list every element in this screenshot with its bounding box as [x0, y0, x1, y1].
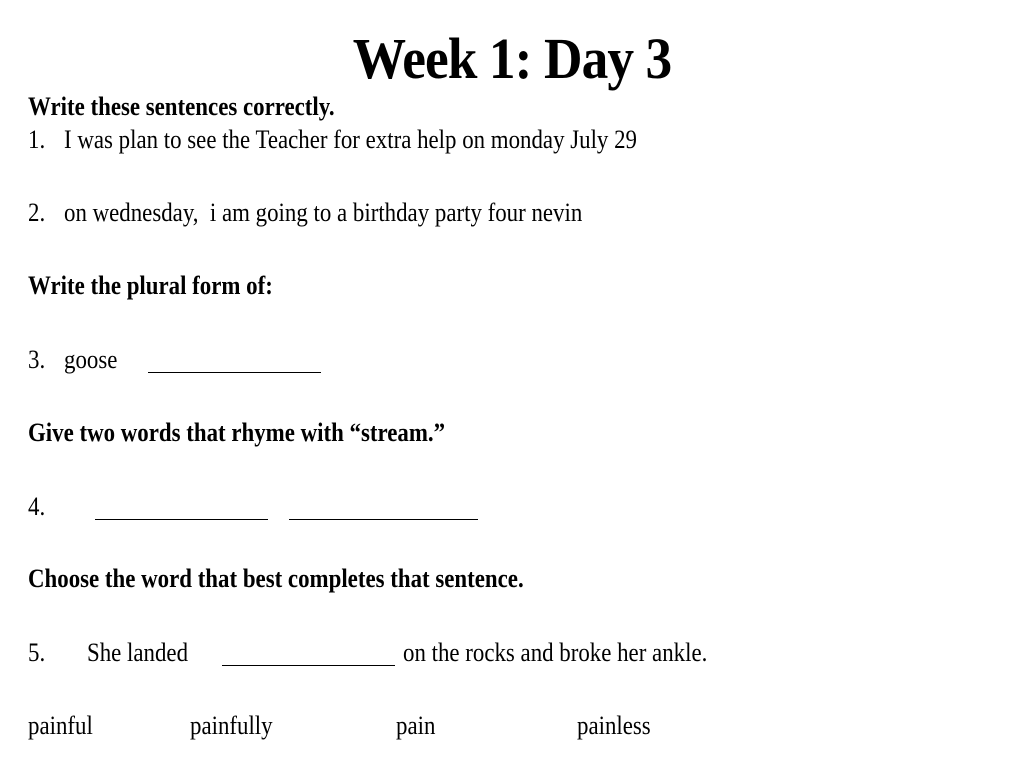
item-3-number: 3. — [28, 345, 46, 374]
section-heading-rhyme: Give two words that rhyme with “stream.” — [28, 418, 446, 447]
choice-word: painful — [28, 711, 93, 740]
item-4-answer-blank-1[interactable] — [95, 519, 268, 520]
section-heading-correct-sentences: Write these sentences correctly. — [28, 92, 335, 121]
item-2-number: 2. — [28, 198, 46, 227]
choice-word: painfully — [190, 711, 273, 740]
item-4-answer-blank-2[interactable] — [289, 519, 478, 520]
item-5-sentence-start: She landed — [87, 638, 189, 667]
section-heading-plural: Write the plural form of: — [28, 271, 273, 300]
choice-word: painless — [577, 711, 651, 740]
item-5-number: 5. — [28, 638, 46, 667]
item-5-sentence-end: on the rocks and broke her ankle. — [403, 638, 708, 667]
item-4-number: 4. — [28, 492, 46, 521]
item-3-answer-blank[interactable] — [148, 372, 321, 373]
item-2-sentence: on wednesday, i am going to a birthday p… — [64, 198, 583, 227]
item-5-answer-blank[interactable] — [222, 665, 395, 666]
item-1-sentence: I was plan to see the Teacher for extra … — [64, 125, 637, 154]
item-1-number: 1. — [28, 125, 46, 154]
choice-word: pain — [396, 711, 436, 740]
section-heading-choose-word: Choose the word that best completes that… — [28, 564, 524, 593]
item-3-word: goose — [64, 345, 118, 374]
page-title: Week 1: Day 3 — [352, 26, 672, 91]
